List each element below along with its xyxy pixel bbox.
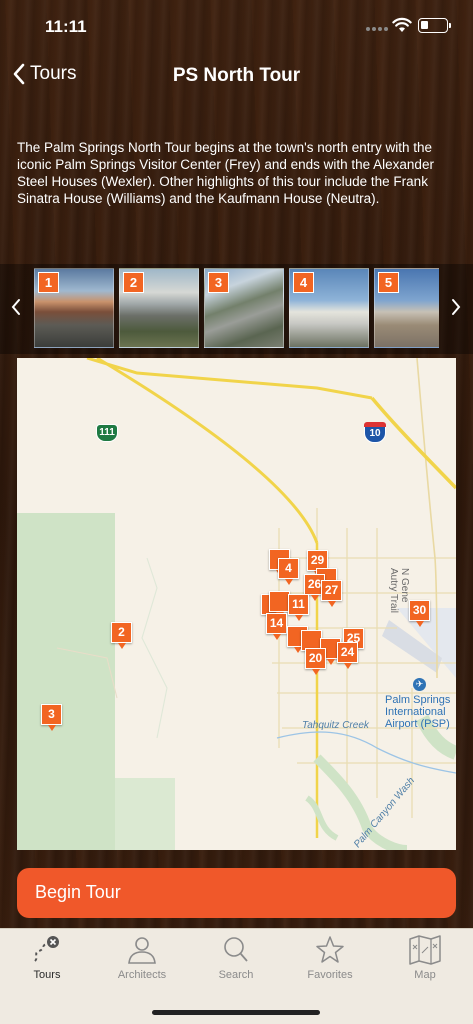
cellular-signal-icon <box>366 27 388 31</box>
tours-route-icon <box>34 936 59 962</box>
thumbnail-number: 3 <box>208 272 229 293</box>
page-title: PS North Tour <box>172 65 301 86</box>
tour-detail-content: The Palm Springs North Tour begins at th… <box>0 102 473 928</box>
map-pin-14[interactable]: 14 <box>266 613 287 640</box>
folded-map-icon <box>409 935 441 965</box>
navigation-bar: Tours PS North Tour <box>0 50 473 102</box>
interstate-10-shield: 10 <box>364 422 386 443</box>
thumbnail-5[interactable]: 5 <box>374 268 439 348</box>
creek-label: Tahquitz Creek <box>302 720 369 731</box>
status-bar: 11:11 <box>0 0 473 50</box>
map-pin-27[interactable]: 27 <box>321 580 342 607</box>
status-time: 11:11 <box>45 17 87 36</box>
tab-architects[interactable]: Architects <box>95 935 189 993</box>
tour-map[interactable]: 111 10 N Gene Autry Trail Tahquitz Creek… <box>17 358 456 850</box>
star-icon <box>316 936 344 963</box>
map-pin-cluster[interactable] <box>269 591 290 618</box>
thumbnail-1[interactable]: 1 <box>34 268 114 348</box>
thumbnail-3[interactable]: 3 <box>204 268 284 348</box>
map-pin-3[interactable]: 3 <box>41 704 62 731</box>
home-indicator <box>152 1010 320 1015</box>
airport-label: Palm Springs International Airport (PSP) <box>385 694 451 730</box>
thumbnail-number: 1 <box>38 272 59 293</box>
photo-strip: 1 2 3 4 5 <box>0 264 473 354</box>
map-pin-11[interactable]: 11 <box>288 594 309 621</box>
highway-111-shield: 111 <box>96 424 118 442</box>
thumbnail-number: 2 <box>123 272 144 293</box>
tab-label: Search <box>218 969 254 981</box>
map-pin-2[interactable]: 2 <box>111 622 132 649</box>
tab-map[interactable]: Map <box>378 935 472 993</box>
chevron-left-icon[interactable] <box>10 298 22 316</box>
thumbnail-4[interactable]: 4 <box>289 268 369 348</box>
thumbnail-number: 5 <box>378 272 399 293</box>
thumbnail-number: 4 <box>293 272 314 293</box>
map-pin-4[interactable]: 4 <box>278 558 299 585</box>
map-pin-24[interactable]: 24 <box>337 642 358 669</box>
tab-tours[interactable]: Tours <box>0 935 94 993</box>
map-pin-20[interactable]: 20 <box>305 648 326 675</box>
tab-search[interactable]: Search <box>189 935 283 993</box>
begin-tour-label: Begin Tour <box>35 882 121 902</box>
tab-label: Favorites <box>307 969 353 981</box>
street-label: N Gene Autry Trail <box>388 568 410 614</box>
magnifier-icon <box>224 937 248 962</box>
tab-label: Tours <box>33 969 61 981</box>
thumbnail-2[interactable]: 2 <box>119 268 199 348</box>
tab-label: Map <box>414 969 436 981</box>
tour-description: The Palm Springs North Tour begins at th… <box>17 140 434 206</box>
person-icon <box>128 937 156 964</box>
thumbnail-list: 1 2 3 4 5 <box>34 268 439 350</box>
wifi-icon <box>392 17 412 32</box>
begin-tour-button[interactable]: Begin Tour <box>17 868 456 918</box>
airport-icon: ✈ <box>413 678 426 691</box>
map-pin-30[interactable]: 30 <box>409 600 430 627</box>
chevron-right-icon[interactable] <box>450 298 462 316</box>
tab-favorites[interactable]: Favorites <box>283 935 377 993</box>
battery-icon <box>418 18 451 33</box>
tab-label: Architects <box>117 969 167 981</box>
